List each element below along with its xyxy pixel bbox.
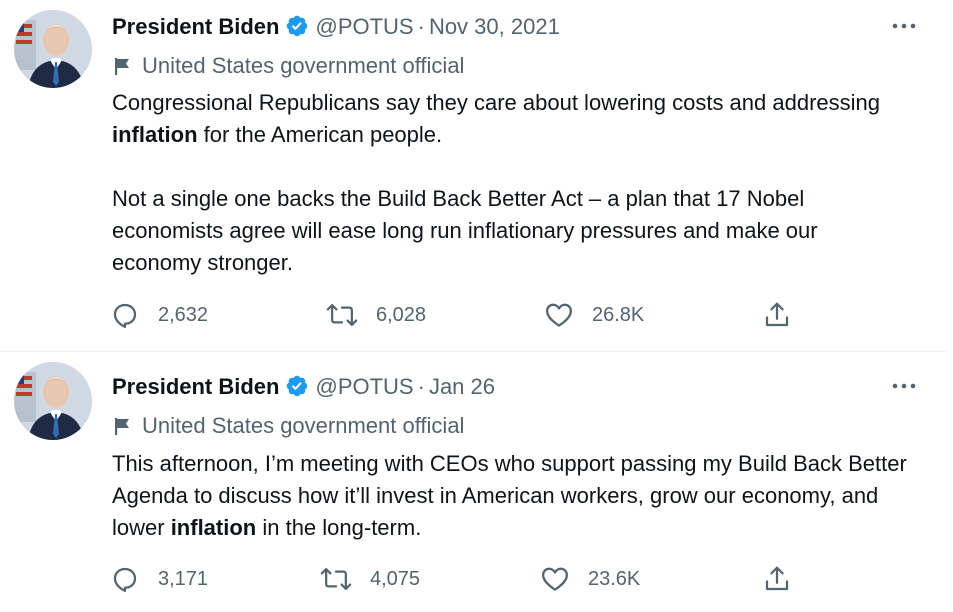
tweet-date[interactable]: Nov 30, 2021 [429, 14, 560, 39]
more-icon[interactable] [889, 16, 919, 36]
share-icon [765, 302, 789, 327]
verified-badge-icon [285, 374, 309, 405]
tweet-paragraph: Not a single one backs the Build Back Be… [112, 183, 912, 279]
reply-button[interactable]: 2,632 [110, 299, 208, 331]
like-count: 23.6K [588, 567, 641, 590]
government-label[interactable]: United States government official [112, 52, 464, 80]
retweet-button[interactable]: 4,075 [320, 563, 420, 595]
like-count: 26.8K [592, 303, 645, 326]
retweet-count: 6,028 [376, 303, 427, 326]
retweet-icon [326, 304, 358, 326]
share-icon [765, 566, 789, 591]
flag-icon [115, 418, 129, 435]
author-handle[interactable]: @POTUS [315, 14, 413, 39]
reply-icon [113, 303, 137, 328]
heart-icon [546, 303, 572, 327]
tweet-header: President Biden @POTUS · Jan 26 [112, 373, 495, 401]
text-run: for the American people. [197, 122, 443, 147]
government-label[interactable]: United States government official [112, 412, 464, 440]
verified-badge-icon [285, 14, 309, 45]
text-run: Congressional Republicans say they care … [112, 90, 881, 115]
text-run: Not a single one backs the Build Back Be… [112, 186, 818, 275]
tweet-date[interactable]: Jan 26 [429, 374, 495, 399]
avatar[interactable] [14, 362, 92, 440]
separator: · [417, 374, 425, 399]
reply-icon [113, 567, 137, 592]
government-label-text: United States government official [142, 53, 465, 78]
tweet[interactable]: President Biden @POTUS · Nov 30, 2021 Unite… [0, 0, 953, 352]
tweet[interactable]: President Biden @POTUS · Jan 26 United Stat… [0, 352, 953, 612]
reply-count: 3,171 [158, 567, 209, 590]
flag-icon [115, 58, 129, 75]
like-button[interactable]: 26.8K [544, 299, 644, 331]
tweet-text: This afternoon, I’m meeting with CEOs wh… [112, 448, 912, 544]
more-icon[interactable] [889, 376, 919, 396]
separator: · [417, 14, 425, 39]
heart-icon [542, 567, 568, 591]
tweet-paragraph: Congressional Republicans say they care … [112, 87, 912, 151]
reply-count: 2,632 [158, 303, 209, 326]
reply-button[interactable]: 3,171 [110, 563, 208, 595]
author-handle[interactable]: @POTUS [315, 374, 413, 399]
tweet-paragraph: This afternoon, I’m meeting with CEOs wh… [112, 448, 912, 544]
tweet-header: President Biden @POTUS · Nov 30, 2021 [112, 13, 560, 41]
retweet-icon [320, 568, 352, 590]
retweet-count: 4,075 [370, 567, 421, 590]
tweet-text: Congressional Republicans say they care … [112, 87, 912, 279]
government-label-text: United States government official [142, 413, 465, 438]
like-button[interactable]: 23.6K [540, 563, 640, 595]
share-button[interactable] [762, 299, 792, 331]
retweet-button[interactable]: 6,028 [326, 299, 426, 331]
avatar[interactable] [14, 10, 92, 88]
highlighted-keyword: inflation [112, 122, 198, 147]
author-name[interactable]: President Biden [112, 374, 279, 399]
author-name[interactable]: President Biden [112, 14, 279, 39]
text-run: in the long-term. [256, 515, 422, 540]
share-button[interactable] [762, 563, 792, 595]
highlighted-keyword: inflation [170, 515, 257, 540]
